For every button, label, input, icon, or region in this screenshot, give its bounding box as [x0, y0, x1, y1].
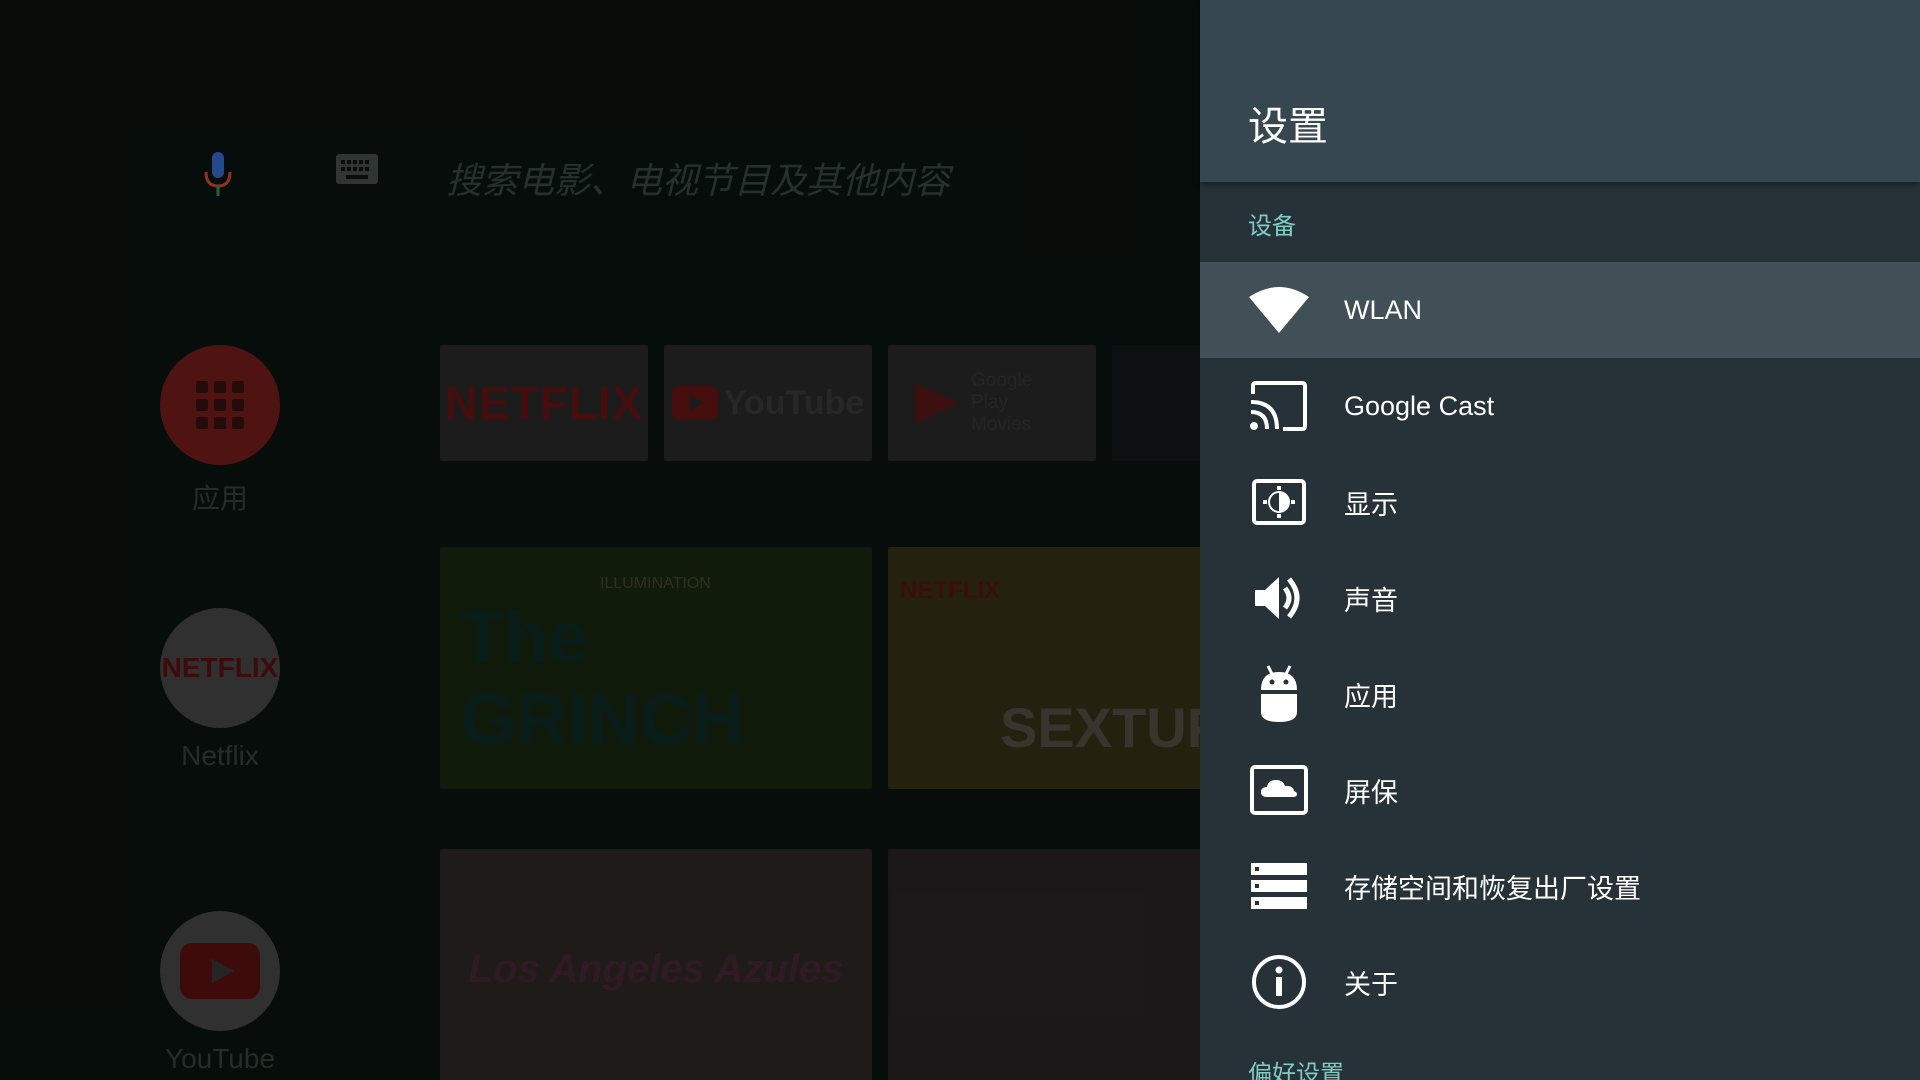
settings-item-label: 应用 — [1344, 681, 1398, 712]
google-play-movies-tile[interactable]: Google Play Movies — [888, 345, 1096, 461]
settings-panel: 设置 设备 WLAN Google Cast 显示 声音 应用 屏保 存储空间和… — [1200, 0, 1920, 1080]
cast-icon — [1248, 375, 1310, 437]
display-icon — [1248, 471, 1310, 533]
microphone-icon[interactable] — [198, 150, 238, 202]
settings-title: 设置 — [1248, 104, 1328, 150]
settings-item-label: 声音 — [1344, 585, 1398, 616]
more-tile[interactable] — [1112, 345, 1200, 461]
youtube-logo-icon — [160, 911, 280, 1031]
youtube-app[interactable]: YouTube — [160, 911, 280, 1075]
video-tile[interactable] — [888, 849, 1200, 1080]
netflix-tile[interactable]: NETFLIX — [440, 345, 648, 461]
apps-grid-icon — [160, 345, 280, 465]
settings-item-storage-reset[interactable]: 存储空间和恢复出厂设置 — [1200, 838, 1920, 934]
settings-item-screensaver[interactable]: 屏保 — [1200, 742, 1920, 838]
settings-header: 设置 — [1200, 0, 1920, 182]
settings-item-label: 关于 — [1344, 969, 1398, 1000]
grinch-tile[interactable]: ILLUMINATION The GRINCH — [440, 547, 872, 789]
los-angeles-azules-tile[interactable]: Los Angeles Azules — [440, 849, 872, 1080]
youtube-play-icon — [671, 386, 718, 420]
apps-launcher[interactable]: 应用 — [160, 345, 280, 517]
apps-label: 应用 — [191, 483, 248, 514]
netflix-logo-icon: NETFLIX — [160, 608, 280, 728]
settings-item-wlan[interactable]: WLAN — [1200, 262, 1920, 358]
settings-item-apps[interactable]: 应用 — [1200, 646, 1920, 742]
info-icon — [1248, 951, 1310, 1013]
settings-item-label: 显示 — [1344, 489, 1398, 520]
search-bar[interactable]: 搜索电影、电视节目及其他内容 — [0, 140, 1200, 204]
storage-icon — [1248, 855, 1310, 917]
settings-item-label: WLAN — [1344, 294, 1423, 325]
android-icon — [1248, 663, 1310, 725]
youtube-label: YouTube — [164, 1043, 276, 1074]
section-preferences: 偏好设置 — [1248, 1060, 1344, 1080]
settings-item-about[interactable]: 关于 — [1200, 934, 1920, 1030]
settings-item-google-cast[interactable]: Google Cast — [1200, 358, 1920, 454]
settings-item-display[interactable]: 显示 — [1200, 454, 1920, 550]
home-screen: 搜索电影、电视节目及其他内容 应用 NETFLIX Netflix YouTub… — [0, 0, 1200, 1080]
sextuplets-tile[interactable]: NETFLIX SEXTUPLETS — [888, 547, 1200, 789]
wifi-icon — [1248, 279, 1310, 341]
volume-icon — [1248, 567, 1310, 629]
settings-item-label: Google Cast — [1344, 390, 1495, 421]
netflix-label: Netflix — [181, 740, 259, 771]
settings-item-sound[interactable]: 声音 — [1200, 550, 1920, 646]
netflix-app[interactable]: NETFLIX Netflix — [160, 608, 280, 772]
settings-item-label: 屏保 — [1344, 777, 1398, 808]
section-device: 设备 — [1248, 212, 1296, 240]
keyboard-icon[interactable] — [336, 154, 378, 184]
play-movies-icon — [915, 383, 959, 423]
search-placeholder: 搜索电影、电视节目及其他内容 — [446, 161, 951, 202]
settings-item-label: 存储空间和恢复出厂设置 — [1344, 873, 1641, 904]
screensaver-icon — [1248, 759, 1310, 821]
youtube-tile[interactable]: YouTube — [664, 345, 872, 461]
